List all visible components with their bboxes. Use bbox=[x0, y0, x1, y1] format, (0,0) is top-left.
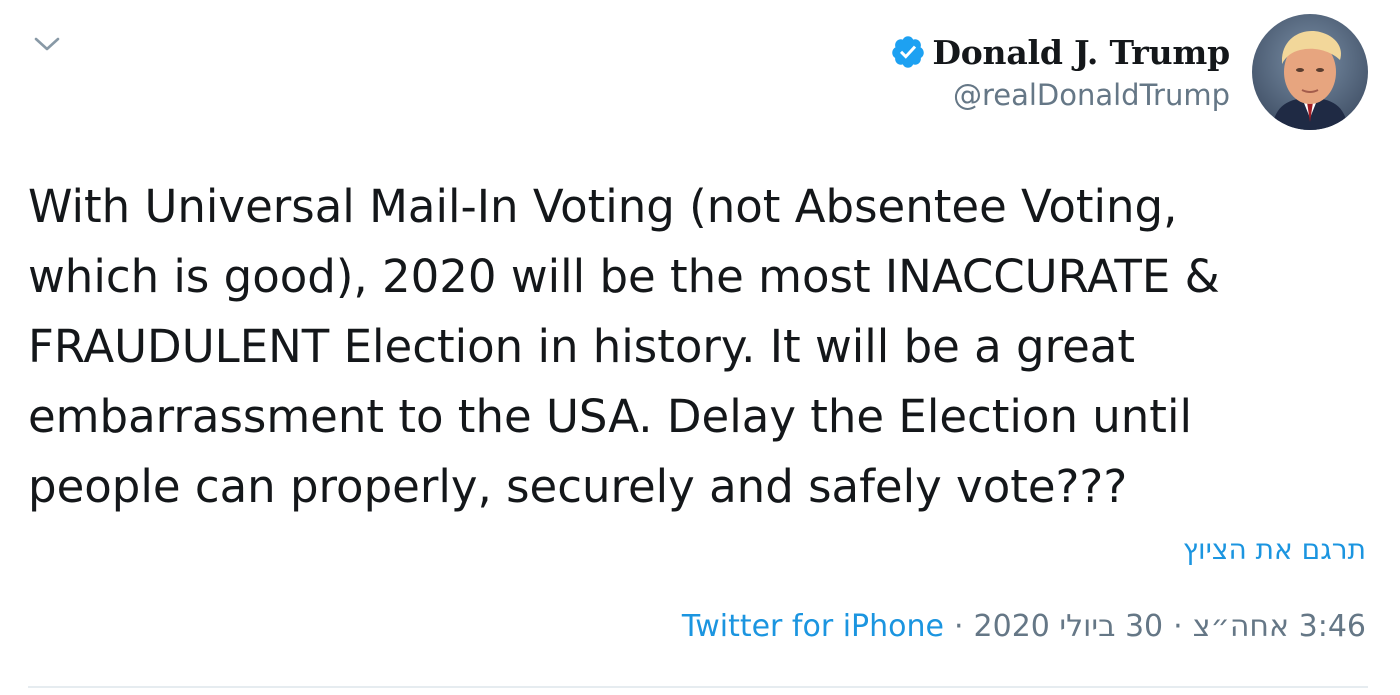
tweet-source-link[interactable]: Twitter for iPhone bbox=[682, 609, 944, 644]
divider bbox=[28, 686, 1368, 688]
tweet-text: With Universal Mail-In Voting (not Absen… bbox=[28, 180, 1220, 513]
separator-dot: · bbox=[1173, 609, 1183, 644]
tweet-detail: Donald J. Trump @realDonaldTrump With Un… bbox=[0, 0, 1400, 695]
tweet-date[interactable]: 30 ביולי 2020 bbox=[974, 609, 1164, 644]
avatar[interactable] bbox=[1252, 14, 1368, 130]
tweet-time[interactable]: 3:46 אחה״צ bbox=[1193, 609, 1366, 644]
translate-tweet-link[interactable]: תרגם את הציוץ bbox=[1183, 533, 1366, 566]
author-name-row[interactable]: Donald J. Trump bbox=[890, 33, 1230, 72]
tweet-metadata: 3:46 אחה״צ · 30 ביולי 2020 · Twitter for iPh… bbox=[682, 609, 1366, 644]
separator-dot: · bbox=[953, 609, 964, 644]
chevron-down-icon[interactable] bbox=[30, 30, 64, 58]
author-info: Donald J. Trump @realDonaldTrump bbox=[890, 33, 1230, 112]
author-display-name[interactable]: Donald J. Trump bbox=[932, 33, 1230, 72]
tweet-header: Donald J. Trump @realDonaldTrump bbox=[890, 14, 1368, 130]
verified-badge-icon bbox=[890, 34, 926, 70]
author-handle[interactable]: @realDonaldTrump bbox=[953, 78, 1230, 112]
